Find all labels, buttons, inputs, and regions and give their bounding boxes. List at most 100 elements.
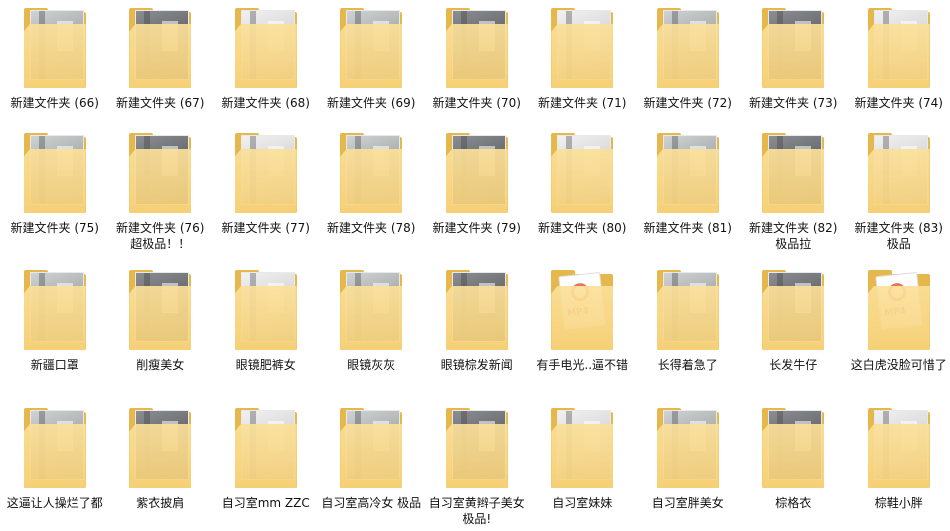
folder-label: 眼镜肥裤女 <box>235 358 296 372</box>
folder-label: 自习室高冷女 极品 <box>321 496 422 510</box>
folder-label: 新建文件夹 (70) <box>432 96 521 110</box>
folder-label: 自习室妹妹 <box>552 496 613 510</box>
folder-item[interactable]: 自习室胖美女 <box>635 400 741 531</box>
folder-icon <box>129 270 192 352</box>
folder-label: 新建文件夹 (72) <box>643 96 732 110</box>
folder-item[interactable]: 棕格衣 <box>741 400 847 531</box>
folder-icon <box>445 408 508 490</box>
folder-item[interactable]: 新建文件夹 (79) <box>424 125 530 262</box>
folder-item[interactable]: 新建文件夹 (69) <box>319 0 425 125</box>
folder-label: 自习室mm ZZC <box>221 496 310 510</box>
folder-label: 新建文件夹 (66) <box>10 96 99 110</box>
folder-icon <box>867 408 930 490</box>
folder-item[interactable]: 新建文件夹 (72) <box>635 0 741 125</box>
folder-icon <box>340 270 403 352</box>
folder-icon <box>551 408 614 490</box>
folder-icon <box>23 270 86 352</box>
folder-item[interactable]: 长发牛仔 <box>741 262 847 400</box>
folder-item[interactable]: 新建文件夹 (78) <box>319 125 425 262</box>
folder-item[interactable]: 新建文件夹 (77) <box>213 125 319 262</box>
folder-icon <box>234 270 297 352</box>
folder-icon <box>656 133 719 215</box>
folder-label: 新建文件夹 (80) <box>538 221 627 235</box>
folder-label: 新疆口罩 <box>30 358 79 372</box>
folder-item[interactable]: 新建文件夹 (73) <box>741 0 847 125</box>
folder-icon <box>656 408 719 490</box>
folder-item[interactable]: 新建文件夹 (82) 极品拉 <box>741 125 847 262</box>
folder-icon <box>340 408 403 490</box>
folder-item[interactable]: 自习室妹妹 <box>530 400 636 531</box>
folder-item[interactable]: 眼镜肥裤女 <box>213 262 319 400</box>
folder-item[interactable]: MP4 有手电光..逼不错 <box>530 262 636 400</box>
folder-icon <box>129 8 192 90</box>
folder-item[interactable]: MP4 这白虎没脸可惜了 <box>846 262 950 400</box>
folder-label: 新建文件夹 (79) <box>432 221 521 235</box>
folder-item[interactable]: 新建文件夹 (74) <box>846 0 950 125</box>
folder-label: 新建文件夹 (81) <box>643 221 732 235</box>
video-folder-icon: MP4 <box>867 270 930 352</box>
folder-icon <box>129 133 192 215</box>
folder-item[interactable]: 新建文件夹 (76) 超极品！！ <box>108 125 214 262</box>
folder-label: 新建文件夹 (73) <box>749 96 838 110</box>
folder-label: 自习室黄辫子美女 极品! <box>428 496 525 526</box>
folder-label: 新建文件夹 (83) 极品 <box>854 221 943 251</box>
folder-icon <box>234 8 297 90</box>
folder-label: 眼镜棕发新闻 <box>440 358 513 372</box>
folder-label: 削瘦美女 <box>136 358 185 372</box>
folder-icon <box>129 408 192 490</box>
folder-label: 新建文件夹 (75) <box>10 221 99 235</box>
folder-icon <box>762 408 825 490</box>
folder-icon <box>23 133 86 215</box>
folder-label: 眼镜灰灰 <box>347 358 396 372</box>
folder-label: 新建文件夹 (68) <box>221 96 310 110</box>
folder-grid: 新建文件夹 (66) 新建文件夹 (67) 新建文件夹 (68) 新建文件夹 (69)… <box>0 0 950 531</box>
folder-item[interactable]: 新建文件夹 (83) 极品 <box>846 125 950 262</box>
folder-label: 新建文件夹 (67) <box>116 96 205 110</box>
folder-icon <box>340 8 403 90</box>
folder-icon <box>867 8 930 90</box>
folder-item[interactable]: 新建文件夹 (80) <box>530 125 636 262</box>
folder-item[interactable]: 眼镜棕发新闻 <box>424 262 530 400</box>
folder-label: 新建文件夹 (71) <box>538 96 627 110</box>
folder-label: 新建文件夹 (74) <box>854 96 943 110</box>
folder-item[interactable]: 紫衣披肩 <box>108 400 214 531</box>
folder-icon <box>762 133 825 215</box>
folder-icon <box>23 8 86 90</box>
folder-icon <box>340 133 403 215</box>
folder-item[interactable]: 眼镜灰灰 <box>319 262 425 400</box>
folder-label: 紫衣披肩 <box>136 496 185 510</box>
folder-icon <box>551 8 614 90</box>
folder-item[interactable]: 棕鞋小胖 <box>846 400 950 531</box>
folder-icon <box>234 133 297 215</box>
folder-label: 长得着急了 <box>657 358 718 372</box>
folder-item[interactable]: 自习室mm ZZC <box>213 400 319 531</box>
folder-item[interactable]: 新建文件夹 (75) <box>2 125 108 262</box>
folder-icon <box>445 270 508 352</box>
folder-item[interactable]: 新建文件夹 (81) <box>635 125 741 262</box>
folder-icon <box>656 8 719 90</box>
folder-icon <box>234 408 297 490</box>
folder-label: 新建文件夹 (78) <box>327 221 416 235</box>
folder-icon <box>23 408 86 490</box>
folder-label: 自习室胖美女 <box>651 496 724 510</box>
folder-label: 棕鞋小胖 <box>874 496 923 510</box>
folder-item[interactable]: 这逼让人操烂了都 <box>2 400 108 531</box>
folder-item[interactable]: 长得着急了 <box>635 262 741 400</box>
folder-icon <box>656 270 719 352</box>
folder-item[interactable]: 新建文件夹 (67) <box>108 0 214 125</box>
folder-label: 这逼让人操烂了都 <box>6 496 103 510</box>
folder-item[interactable]: 新建文件夹 (70) <box>424 0 530 125</box>
folder-item[interactable]: 自习室黄辫子美女 极品! <box>424 400 530 531</box>
folder-item[interactable]: 新建文件夹 (66) <box>2 0 108 125</box>
folder-label: 有手电光..逼不错 <box>536 358 629 372</box>
folder-icon <box>445 8 508 90</box>
video-folder-icon: MP4 <box>551 270 614 352</box>
folder-label: 这白虎没脸可惜了 <box>850 358 947 372</box>
folder-item[interactable]: 自习室高冷女 极品 <box>319 400 425 531</box>
folder-label: 新建文件夹 (69) <box>327 96 416 110</box>
folder-item[interactable]: 新建文件夹 (68) <box>213 0 319 125</box>
folder-icon <box>762 8 825 90</box>
folder-item[interactable]: 新建文件夹 (71) <box>530 0 636 125</box>
folder-item[interactable]: 削瘦美女 <box>108 262 214 400</box>
folder-item[interactable]: 新疆口罩 <box>2 262 108 400</box>
